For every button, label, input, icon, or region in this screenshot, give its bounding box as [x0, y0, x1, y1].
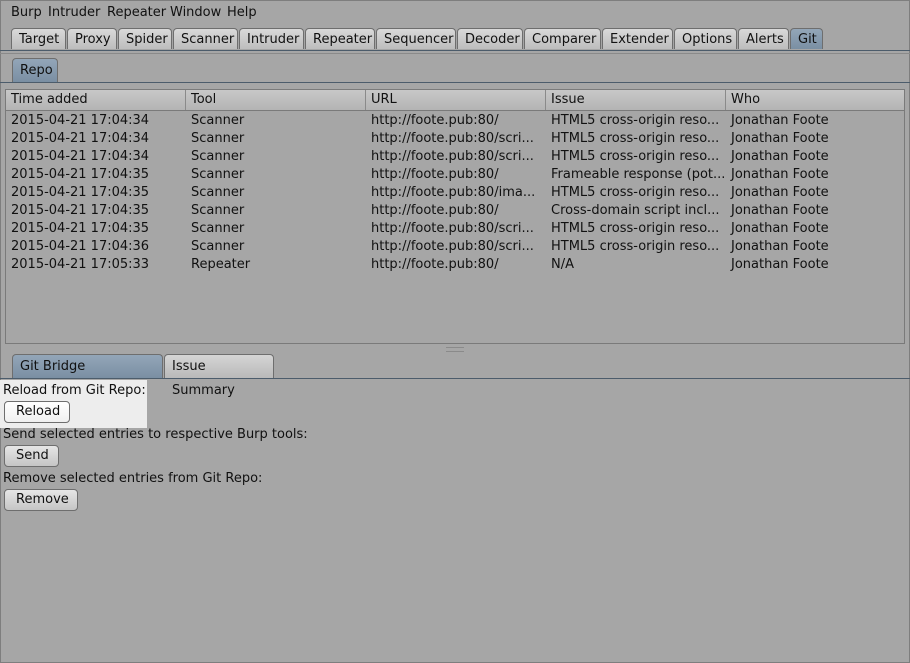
- main-tab-bar: Target Proxy Spider Scanner Intruder Rep…: [11, 28, 824, 50]
- column-issue[interactable]: Issue: [546, 90, 726, 110]
- cell-issue: HTML5 cross-origin reso...: [551, 185, 720, 200]
- cell-time-added: 2015-04-21 17:04:35: [11, 221, 150, 236]
- tab-target[interactable]: Target: [11, 28, 66, 49]
- cell-tool: Scanner: [191, 239, 245, 254]
- cell-url: http://foote.pub:80/scri...: [371, 149, 534, 164]
- column-time-added[interactable]: Time added: [6, 90, 186, 110]
- cell-tool: Scanner: [191, 149, 245, 164]
- cell-who: Jonathan Foote: [731, 221, 829, 236]
- cell-issue: HTML5 cross-origin reso...: [551, 239, 720, 254]
- table-row[interactable]: 2015-04-21 17:04:34 Scanner http://foote.p…: [6, 148, 904, 166]
- tab-sequencer[interactable]: Sequencer: [376, 28, 456, 49]
- table-header: Time added Tool URL Issue Who: [6, 90, 904, 111]
- column-who[interactable]: Who: [726, 90, 904, 110]
- table-row[interactable]: 2015-04-21 17:04:36 Scanner http://foote.p…: [6, 238, 904, 256]
- tab-spider[interactable]: Spider: [118, 28, 172, 49]
- cell-tool: Scanner: [191, 113, 245, 128]
- reload-button[interactable]: Reload: [4, 401, 70, 423]
- cell-who: Jonathan Foote: [731, 113, 829, 128]
- table-row[interactable]: 2015-04-21 17:04:35 Scanner http://foote.p…: [6, 166, 904, 184]
- menu-help[interactable]: Help: [227, 5, 257, 20]
- cell-time-added: 2015-04-21 17:04:34: [11, 149, 150, 164]
- tab-alerts[interactable]: Alerts: [738, 28, 789, 49]
- cell-url: http://foote.pub:80/scri...: [371, 221, 534, 236]
- cell-url: http://foote.pub:80/: [371, 113, 499, 128]
- cell-url: http://foote.pub:80/scri...: [371, 131, 534, 146]
- cell-who: Jonathan Foote: [731, 167, 829, 182]
- menu-window[interactable]: Window: [170, 5, 221, 20]
- tab-scanner[interactable]: Scanner: [173, 28, 238, 49]
- cell-issue: HTML5 cross-origin reso...: [551, 131, 720, 146]
- cell-url: http://foote.pub:80/: [371, 257, 499, 272]
- tab-divider: [0, 50, 910, 51]
- menu-bar: Burp Intruder Repeater Window Help: [0, 0, 910, 24]
- column-tool[interactable]: Tool: [186, 90, 366, 110]
- send-label: Send selected entries to respective Burp…: [3, 427, 308, 442]
- cell-issue: HTML5 cross-origin reso...: [551, 221, 720, 236]
- send-button[interactable]: Send: [4, 445, 59, 467]
- tab-divider-shadow: [0, 53, 910, 54]
- cell-time-added: 2015-04-21 17:04:35: [11, 203, 150, 218]
- cell-issue: Cross-domain script incl...: [551, 203, 720, 218]
- cell-url: http://foote.pub:80/: [371, 167, 499, 182]
- tab-comparer[interactable]: Comparer: [524, 28, 601, 49]
- menu-intruder[interactable]: Intruder: [48, 5, 100, 20]
- tab-issue-summary[interactable]: Issue Summary: [164, 354, 274, 398]
- cell-who: Jonathan Foote: [731, 131, 829, 146]
- tab-proxy[interactable]: Proxy: [67, 28, 117, 49]
- cell-who: Jonathan Foote: [731, 239, 829, 254]
- table-row[interactable]: 2015-04-21 17:04:35 Scanner http://foote.p…: [6, 220, 904, 238]
- cell-issue: N/A: [551, 257, 574, 272]
- tab-git-bridge-commands[interactable]: Git Bridge Commands: [12, 354, 163, 398]
- cell-tool: Scanner: [191, 131, 245, 146]
- cell-tool: Scanner: [191, 203, 245, 218]
- remove-label: Remove selected entries from Git Repo:: [3, 471, 263, 486]
- cell-tool: Scanner: [191, 167, 245, 182]
- bottom-tab-divider: [0, 378, 910, 379]
- cell-issue: HTML5 cross-origin reso...: [551, 113, 720, 128]
- tab-intruder[interactable]: Intruder: [239, 28, 304, 49]
- cell-issue: HTML5 cross-origin reso...: [551, 149, 720, 164]
- cell-time-added: 2015-04-21 17:04:36: [11, 239, 150, 254]
- cell-who: Jonathan Foote: [731, 203, 829, 218]
- cell-time-added: 2015-04-21 17:04:35: [11, 185, 150, 200]
- cell-tool: Repeater: [191, 257, 251, 272]
- tab-repeater[interactable]: Repeater: [305, 28, 375, 49]
- tab-extender[interactable]: Extender: [602, 28, 673, 49]
- menu-burp[interactable]: Burp: [11, 5, 42, 20]
- tab-repo[interactable]: Repo: [12, 58, 58, 82]
- cell-url: http://foote.pub:80/scri...: [371, 239, 534, 254]
- entries-table[interactable]: Time added Tool URL Issue Who 2015-04-21…: [5, 89, 905, 344]
- cell-who: Jonathan Foote: [731, 149, 829, 164]
- tab-options[interactable]: Options: [674, 28, 737, 49]
- cell-time-added: 2015-04-21 17:04:34: [11, 131, 150, 146]
- cell-url: http://foote.pub:80/ima...: [371, 185, 536, 200]
- cell-time-added: 2015-04-21 17:05:33: [11, 257, 150, 272]
- reload-label: Reload from Git Repo:: [3, 383, 146, 398]
- cell-who: Jonathan Foote: [731, 185, 829, 200]
- table-row[interactable]: 2015-04-21 17:04:34 Scanner http://foote.p…: [6, 130, 904, 148]
- cell-tool: Scanner: [191, 185, 245, 200]
- split-pane-handle[interactable]: [446, 347, 464, 352]
- cell-time-added: 2015-04-21 17:04:34: [11, 113, 150, 128]
- table-row[interactable]: 2015-04-21 17:04:34 Scanner http://foote.p…: [6, 112, 904, 130]
- tab-git[interactable]: Git: [790, 28, 823, 49]
- cell-issue: Frameable response (pot...: [551, 167, 726, 182]
- tab-decoder[interactable]: Decoder: [457, 28, 523, 49]
- cell-who: Jonathan Foote: [731, 257, 829, 272]
- remove-button[interactable]: Remove: [4, 489, 78, 511]
- menu-repeater[interactable]: Repeater: [107, 5, 166, 20]
- cell-tool: Scanner: [191, 221, 245, 236]
- table-row[interactable]: 2015-04-21 17:05:33 Repeater http://foote.…: [6, 256, 904, 274]
- column-url[interactable]: URL: [366, 90, 546, 110]
- cell-url: http://foote.pub:80/: [371, 203, 499, 218]
- table-row[interactable]: 2015-04-21 17:04:35 Scanner http://foote.p…: [6, 202, 904, 220]
- cell-time-added: 2015-04-21 17:04:35: [11, 167, 150, 182]
- table-row[interactable]: 2015-04-21 17:04:35 Scanner http://foote.p…: [6, 184, 904, 202]
- subtab-divider: [0, 82, 910, 83]
